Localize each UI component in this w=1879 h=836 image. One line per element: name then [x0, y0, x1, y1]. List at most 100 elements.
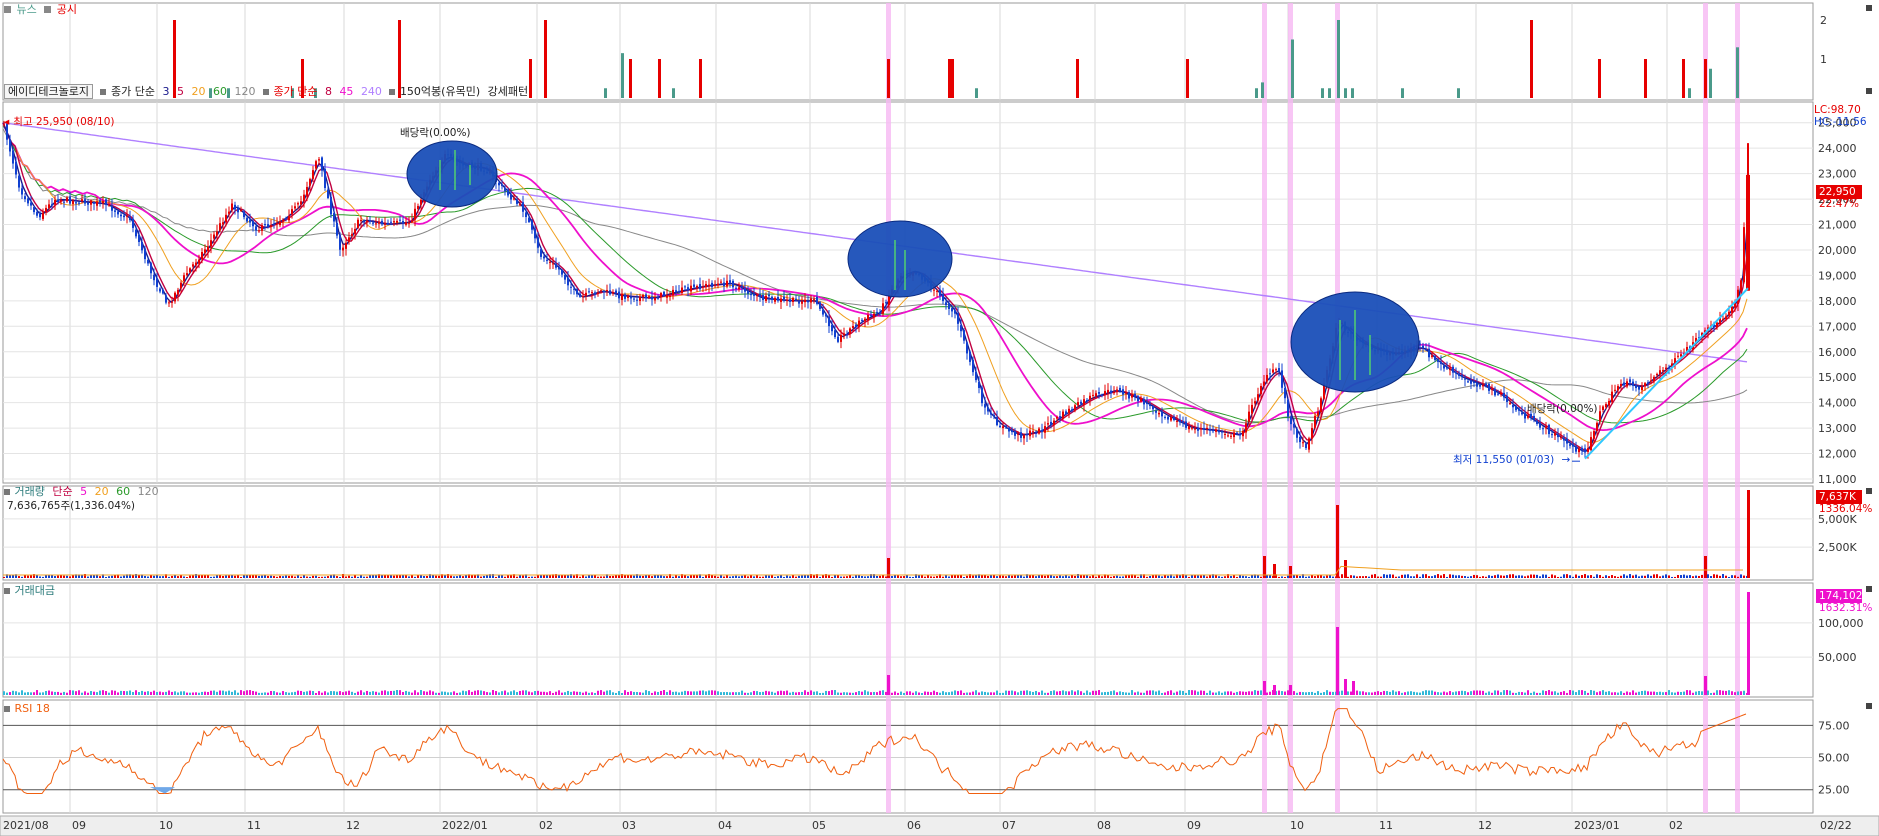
amount-bar [939, 692, 941, 695]
volume-bar [1458, 575, 1460, 578]
amount-bar [1515, 692, 1517, 695]
candle-body [1239, 434, 1241, 436]
volume-bar [42, 576, 44, 578]
amount-bar [921, 692, 923, 695]
candle-body [693, 284, 695, 287]
amount-bar [1242, 691, 1244, 695]
candle-body [417, 206, 419, 209]
ma-close2-label[interactable]: 종가 단순 [273, 85, 317, 98]
candle-body [522, 202, 524, 212]
amount-bar [762, 691, 764, 695]
ma-period-20[interactable]: 20 [191, 85, 205, 98]
amount-bar [189, 692, 191, 695]
amount-bar [807, 691, 809, 695]
amount-bar [9, 692, 11, 695]
candle-body [1188, 426, 1190, 430]
candle-body [993, 415, 995, 417]
pattern-label[interactable]: 강세패턴 [488, 85, 528, 98]
x-tick-label: 05 [812, 819, 826, 832]
amount-bar [1377, 691, 1379, 695]
volume-bar [804, 575, 806, 578]
candle-body [330, 196, 332, 215]
amount-bar [429, 690, 431, 695]
amount-bar [444, 691, 446, 695]
candle-body [282, 219, 284, 221]
amount-bar [1362, 691, 1364, 695]
amount-bar [264, 692, 266, 695]
amount-bar [717, 691, 719, 695]
volume-ma-120[interactable]: 120 [138, 485, 159, 498]
candle-body [582, 295, 584, 297]
volume-bar [1110, 576, 1112, 578]
volume-bar [1050, 575, 1052, 578]
disclosure-legend-label[interactable]: 공시 [57, 3, 77, 16]
candle-body [1203, 428, 1205, 430]
amount-box-icon [4, 588, 10, 594]
amount-bar [1119, 691, 1121, 695]
candle-body [1038, 428, 1040, 434]
stock-chart[interactable]: 2021/08 09 10 11 12 2022/01 02 03 04 05 06 07 08 09 10… [0, 0, 1879, 836]
amount-bar [675, 691, 677, 695]
candle-body [960, 325, 962, 332]
volume-bar [1533, 574, 1535, 578]
volume-bar [1191, 575, 1193, 578]
candle-body [666, 295, 668, 298]
volume-bar [450, 575, 452, 578]
amount-bar [756, 691, 758, 695]
volume-title[interactable]: 거래량 [15, 485, 45, 498]
ma-period-60[interactable]: 60 [213, 85, 227, 98]
volume-bar [357, 576, 359, 578]
candle-body [771, 296, 773, 300]
stock-name-label[interactable]: 에이디테크놀로지 [4, 84, 93, 99]
ma-period-8[interactable]: 8 [325, 85, 332, 98]
ma-period-45[interactable]: 45 [339, 85, 353, 98]
amount-bar [552, 692, 554, 695]
volume-ma-60[interactable]: 60 [116, 485, 130, 498]
volume-ma-5[interactable]: 5 [80, 485, 87, 498]
amount-bar [1461, 690, 1463, 695]
amount-bar [1299, 691, 1301, 695]
candle-body [645, 294, 647, 298]
ma-period-3[interactable]: 3 [162, 85, 169, 98]
amount-bar [1152, 690, 1154, 695]
amount-bar [720, 692, 722, 695]
candle-body [309, 179, 311, 186]
rsi-title[interactable]: RSI 18 [15, 702, 50, 715]
candle-body [678, 291, 680, 293]
volume-spike-bar [1273, 564, 1276, 578]
volume-bar [1062, 576, 1064, 578]
ma-close-label[interactable]: 종가 단순 [111, 85, 155, 98]
candle-body [501, 184, 503, 186]
candle-body [1320, 398, 1322, 413]
amount-bar [633, 691, 635, 695]
news-legend-label[interactable]: 뉴스 [17, 3, 37, 16]
amount-bar [165, 691, 167, 695]
amount-bar [555, 691, 557, 695]
ma-period-240[interactable]: 240 [361, 85, 382, 98]
volume-bar [300, 576, 302, 578]
volume-bar [39, 576, 41, 578]
candle-body [1554, 433, 1556, 436]
amount-bar [1101, 692, 1103, 695]
volume-bar [768, 575, 770, 578]
amount-bar [795, 692, 797, 695]
amount-bar [1050, 691, 1052, 695]
candle-body [957, 312, 959, 324]
candle-body [1245, 423, 1247, 433]
volume-ma-20[interactable]: 20 [95, 485, 109, 498]
indicator-label[interactable]: 150억봉(유목민) [400, 85, 480, 98]
candle-body [774, 297, 776, 302]
candle-body [1455, 372, 1457, 374]
candle-body [132, 218, 134, 228]
volume-bar [1161, 576, 1163, 578]
amount-bar [687, 691, 689, 695]
volume-ma-label[interactable]: 단순 [52, 485, 72, 498]
amount-title[interactable]: 거래대금 [15, 584, 55, 597]
volume-bar [339, 576, 341, 578]
amount-bar [1701, 691, 1703, 695]
volume-bar [99, 576, 101, 578]
ma-period-5[interactable]: 5 [177, 85, 184, 98]
amount-bar [534, 691, 536, 695]
ma-period-120[interactable]: 120 [234, 85, 255, 98]
amount-bar [102, 690, 104, 695]
